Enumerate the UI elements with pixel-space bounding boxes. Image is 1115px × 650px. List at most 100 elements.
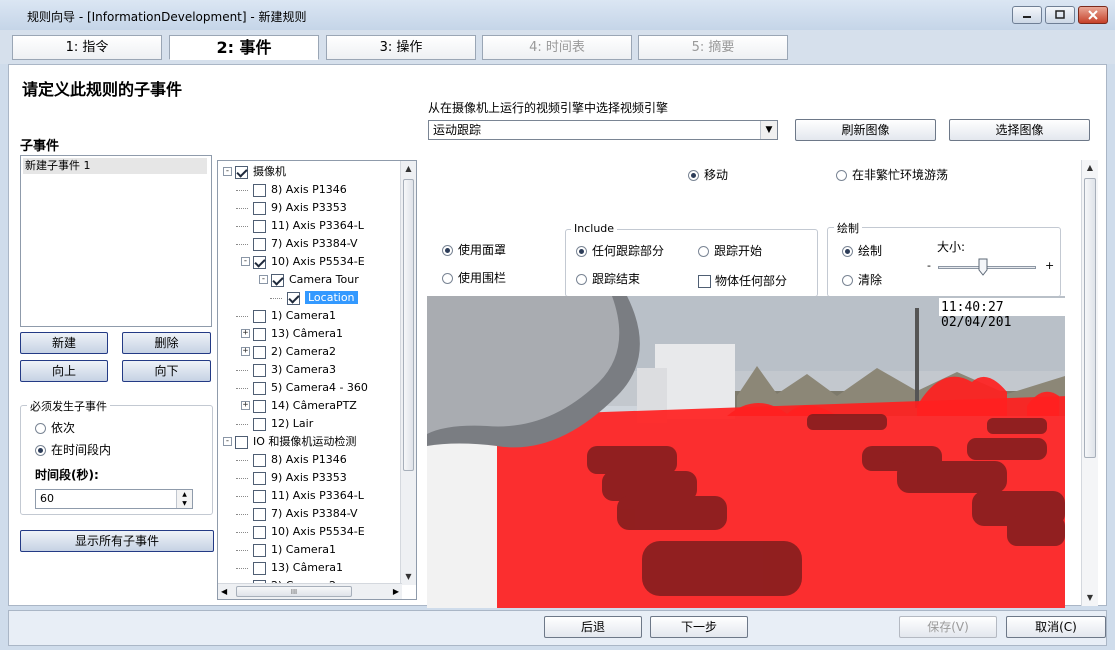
collapse-icon[interactable]: - bbox=[241, 257, 250, 266]
tree-item-checkbox[interactable] bbox=[253, 471, 266, 485]
tree-item-checkbox[interactable] bbox=[253, 237, 266, 251]
maximize-button[interactable] bbox=[1045, 6, 1075, 24]
tree-item[interactable]: - 摄像机 bbox=[218, 163, 398, 181]
tab-events[interactable]: 2: 事件 bbox=[169, 35, 319, 60]
collapse-icon[interactable]: - bbox=[223, 437, 232, 446]
refresh-image-button[interactable]: 刷新图像 bbox=[795, 119, 936, 141]
tree-item-checkbox[interactable] bbox=[235, 165, 248, 179]
move-up-button[interactable]: 向上 bbox=[20, 360, 108, 382]
tree-item-checkbox[interactable] bbox=[253, 309, 266, 323]
radio-clear[interactable] bbox=[842, 275, 853, 286]
minimize-button[interactable] bbox=[1012, 6, 1042, 24]
expand-icon[interactable]: + bbox=[241, 401, 250, 410]
tree-item[interactable]: 7) Axis P3384-V bbox=[218, 505, 398, 523]
use-fence[interactable]: 使用围栏 bbox=[442, 269, 506, 286]
expand-icon[interactable]: + bbox=[241, 347, 250, 356]
scroll-down-icon[interactable]: ▼ bbox=[1082, 590, 1098, 606]
radio-mode-loiter[interactable] bbox=[836, 170, 847, 181]
tree-item[interactable]: 1) Camera1 bbox=[218, 307, 398, 325]
tree-item[interactable]: - 10) Axis P5534-E bbox=[218, 253, 398, 271]
camera-image[interactable]: 11:40:27 02/04/201 bbox=[427, 296, 1065, 608]
tree-item-checkbox[interactable] bbox=[253, 399, 266, 413]
list-item[interactable]: 新建子事件 1 bbox=[23, 158, 207, 174]
tree-item-checkbox[interactable] bbox=[253, 561, 266, 575]
tree-item-checkbox[interactable] bbox=[253, 381, 266, 395]
next-button[interactable]: 下一步 bbox=[650, 616, 748, 638]
tree-item[interactable]: 11) Axis P3364-L bbox=[218, 487, 398, 505]
tree-hscroll-thumb[interactable]: III bbox=[236, 586, 352, 597]
radio-draw[interactable] bbox=[842, 246, 853, 257]
tree-item-checkbox[interactable] bbox=[253, 219, 266, 233]
tree-item-checkbox[interactable] bbox=[253, 489, 266, 503]
stepper-down-icon[interactable]: ▼ bbox=[177, 499, 192, 508]
delete-subevent-button[interactable]: 删除 bbox=[122, 332, 211, 354]
tree-item[interactable]: - IO 和摄像机运动检测 bbox=[218, 433, 398, 451]
tree-item[interactable]: +2) Camera2 bbox=[218, 343, 398, 361]
tree-item-checkbox[interactable] bbox=[253, 201, 266, 215]
right-vscrollbar[interactable]: ▲ ▼ bbox=[1081, 160, 1098, 606]
radio-include-start[interactable] bbox=[698, 246, 709, 257]
tree-item-checkbox[interactable] bbox=[253, 327, 266, 341]
tree-item-checkbox[interactable] bbox=[253, 183, 266, 197]
include-end[interactable]: 跟踪结束 bbox=[576, 270, 640, 287]
scroll-left-icon[interactable]: ◀ bbox=[221, 584, 227, 599]
radio-include-any-part[interactable] bbox=[576, 246, 587, 257]
tree-item-checkbox[interactable] bbox=[253, 453, 266, 467]
new-subevent-button[interactable]: 新建 bbox=[20, 332, 108, 354]
tree-item[interactable]: 5) Camera4 - 360 bbox=[218, 379, 398, 397]
option-sequence[interactable]: 依次 bbox=[35, 419, 75, 436]
radio-use-fence[interactable] bbox=[442, 273, 453, 284]
collapse-icon[interactable]: - bbox=[259, 275, 268, 284]
radio-mode-move[interactable] bbox=[688, 170, 699, 181]
tree-vscroll-thumb[interactable] bbox=[403, 179, 414, 471]
tree-item[interactable]: 11) Axis P3364-L bbox=[218, 217, 398, 235]
tree-item-checkbox[interactable] bbox=[253, 507, 266, 521]
tree-item-checkbox[interactable] bbox=[253, 345, 266, 359]
include-start[interactable]: 跟踪开始 bbox=[698, 242, 762, 259]
tree-item-checkbox[interactable] bbox=[253, 417, 266, 431]
scroll-up-icon[interactable]: ▲ bbox=[401, 161, 416, 177]
tree-item[interactable]: 8) Axis P1346 bbox=[218, 181, 398, 199]
engine-select[interactable]: 运动跟踪 ▼ bbox=[428, 120, 778, 140]
tab-instructions[interactable]: 1: 指令 bbox=[12, 35, 162, 60]
tree-item-checkbox[interactable] bbox=[271, 273, 284, 287]
show-all-subevents-button[interactable]: 显示所有子事件 bbox=[20, 530, 214, 552]
collapse-icon[interactable]: - bbox=[223, 167, 232, 176]
tree-item[interactable]: 9) Axis P3353 bbox=[218, 199, 398, 217]
include-any-part[interactable]: 任何跟踪部分 bbox=[576, 242, 664, 259]
clear-option[interactable]: 清除 bbox=[842, 271, 882, 288]
tree-item[interactable]: 8) Axis P1346 bbox=[218, 451, 398, 469]
use-mask[interactable]: 使用面罩 bbox=[442, 241, 506, 258]
stepper-up-icon[interactable]: ▲ bbox=[177, 490, 192, 499]
timespan-stepper[interactable]: 60 ▲ ▼ bbox=[35, 489, 193, 509]
mode-loiter[interactable]: 在非繁忙环境游荡 bbox=[836, 166, 948, 183]
size-slider-thumb[interactable] bbox=[978, 258, 988, 276]
tree-item[interactable]: 13) Câmera1 bbox=[218, 559, 398, 577]
tree-vscrollbar[interactable]: ▲ ▼ bbox=[400, 161, 416, 585]
tree-item[interactable]: 12) Lair bbox=[218, 415, 398, 433]
chevron-down-icon[interactable]: ▼ bbox=[760, 121, 777, 139]
option-timespan[interactable]: 在时间段内 bbox=[35, 441, 111, 458]
tree-hscrollbar[interactable]: ◀ III ▶ bbox=[218, 583, 402, 599]
radio-timespan[interactable] bbox=[35, 445, 46, 456]
tree-item-checkbox[interactable] bbox=[235, 435, 248, 449]
subevents-list[interactable]: 新建子事件 1 bbox=[20, 155, 212, 327]
cancel-button[interactable]: 取消(C) bbox=[1006, 616, 1106, 638]
mode-move[interactable]: 移动 bbox=[688, 166, 728, 183]
tree-item[interactable]: 10) Axis P5534-E bbox=[218, 523, 398, 541]
right-vscroll-thumb[interactable] bbox=[1084, 178, 1096, 458]
tree-item-checkbox[interactable] bbox=[253, 255, 266, 269]
move-down-button[interactable]: 向下 bbox=[122, 360, 211, 382]
radio-include-end[interactable] bbox=[576, 274, 587, 285]
tree-item[interactable]: +14) CâmeraPTZ bbox=[218, 397, 398, 415]
radio-use-mask[interactable] bbox=[442, 245, 453, 256]
timespan-value[interactable]: 60 bbox=[40, 492, 54, 505]
close-button[interactable] bbox=[1078, 6, 1108, 24]
radio-sequence[interactable] bbox=[35, 423, 46, 434]
tree-item[interactable]: 1) Camera1 bbox=[218, 541, 398, 559]
scroll-right-icon[interactable]: ▶ bbox=[393, 584, 399, 599]
tree-item[interactable]: 3) Camera3 bbox=[218, 361, 398, 379]
tree-item[interactable]: - Camera Tour bbox=[218, 271, 398, 289]
size-slider-track[interactable] bbox=[938, 258, 1036, 276]
tree-item-checkbox[interactable] bbox=[253, 363, 266, 377]
